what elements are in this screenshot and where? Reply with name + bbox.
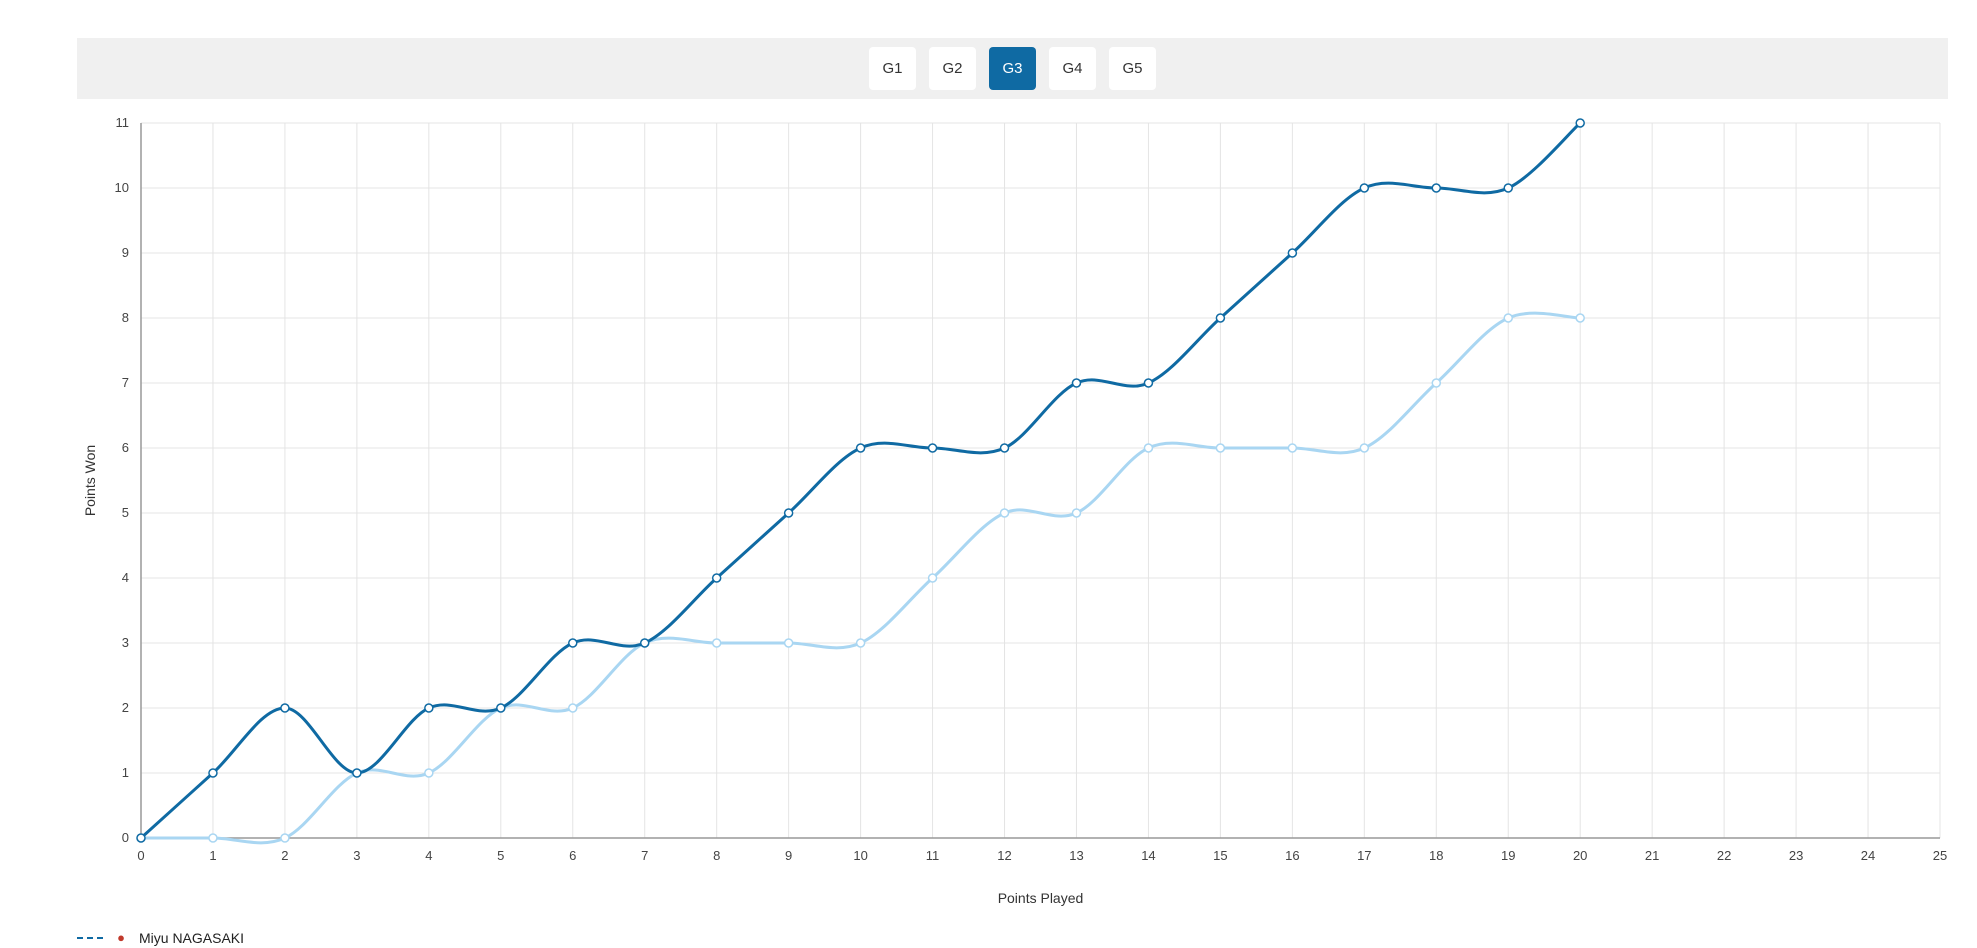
series-2-point <box>1143 443 1154 453</box>
series-1-point <box>711 573 722 583</box>
series-2-point <box>1071 508 1082 518</box>
x-tick-label: 22 <box>1717 848 1731 863</box>
y-tick-label: 2 <box>122 700 129 715</box>
series-1-point <box>1215 313 1226 323</box>
y-tick-label: 5 <box>122 505 129 520</box>
series-2-point <box>1359 443 1370 453</box>
x-tick-label: 8 <box>713 848 720 863</box>
series-1-point <box>927 443 938 453</box>
series-1-point <box>352 768 362 778</box>
y-tick-label: 1 <box>122 765 129 780</box>
series-2-point <box>711 638 722 648</box>
series-2-point <box>280 833 290 843</box>
series-2-point <box>1431 378 1442 388</box>
x-tick-label: 9 <box>785 848 792 863</box>
series-2-point <box>568 703 578 713</box>
series-1-point <box>1503 183 1513 193</box>
x-tick-label: 24 <box>1861 848 1875 863</box>
series-1-point <box>208 768 218 778</box>
series-2-point <box>1287 443 1298 453</box>
x-tick-label: 7 <box>641 848 648 863</box>
x-tick-label: 1 <box>209 848 216 863</box>
series-2-point <box>927 573 938 583</box>
player-avatar-icon: ● <box>117 930 125 945</box>
series-2-point <box>855 638 866 648</box>
series-2-point <box>208 833 218 843</box>
x-tick-label: 6 <box>569 848 576 863</box>
x-tick-label: 0 <box>137 848 144 863</box>
x-tick-label: 19 <box>1501 848 1515 863</box>
series-1-point <box>1359 183 1370 193</box>
series-1-point <box>424 703 434 713</box>
points-chart: 0 1 2 3 4 5 6 7 8 9 10 11 12 13 14 15 16 17 18 19 20 21 22 23 24… <box>82 115 1947 906</box>
y-tick-label: 0 <box>122 830 129 845</box>
y-axis-label: Points Won <box>82 445 98 516</box>
x-tick-label: 2 <box>281 848 288 863</box>
x-tick-label: 14 <box>1141 848 1155 863</box>
x-tick-label: 3 <box>353 848 360 863</box>
legend-player-name: Miyu NAGASAKI <box>139 930 245 946</box>
legend[interactable]: ● Miyu NAGASAKI <box>77 930 244 946</box>
series-2-point <box>999 508 1010 518</box>
x-tick-label: 23 <box>1789 848 1803 863</box>
x-tick-label: 21 <box>1645 848 1659 863</box>
legend-line-swatch <box>77 937 103 939</box>
x-tick-label: 16 <box>1285 848 1299 863</box>
series-1-point <box>1287 248 1298 258</box>
x-tick-label: 5 <box>497 848 504 863</box>
x-tick-label: 13 <box>1069 848 1083 863</box>
series-1-point <box>1143 378 1154 388</box>
y-tick-label: 8 <box>122 310 129 325</box>
series-1-point <box>1071 378 1082 388</box>
y-tick-label: 10 <box>115 180 129 195</box>
x-tick-label: 12 <box>997 848 1011 863</box>
series-1-point <box>783 508 794 518</box>
series-1-point <box>1431 183 1442 193</box>
y-tick-label: 3 <box>122 635 129 650</box>
x-tick-label: 17 <box>1357 848 1371 863</box>
x-tick-label: 10 <box>853 848 867 863</box>
x-axis-label: Points Played <box>998 890 1084 906</box>
x-tick-label: 18 <box>1429 848 1443 863</box>
y-tick-label: 6 <box>122 440 129 455</box>
series-1-point <box>999 443 1010 453</box>
series-1-point <box>1575 118 1585 128</box>
y-tick-label: 9 <box>122 245 129 260</box>
series-1-point <box>855 443 866 453</box>
y-tick-label: 7 <box>122 375 129 390</box>
series-2-point <box>783 638 794 648</box>
x-tick-label: 20 <box>1573 848 1587 863</box>
series-1-point <box>568 638 578 648</box>
series-1-point <box>639 638 650 648</box>
series-1-point <box>280 703 290 713</box>
series-1-point <box>136 833 146 843</box>
series-2-point <box>1503 313 1513 323</box>
x-tick-label: 11 <box>926 848 940 863</box>
series-2-point <box>1215 443 1226 453</box>
series-2-point <box>424 768 434 778</box>
y-tick-label: 4 <box>122 570 129 585</box>
x-tick-label: 4 <box>425 848 432 863</box>
x-tick-label: 25 <box>1933 848 1947 863</box>
y-tick-label: 11 <box>116 115 130 130</box>
series-2-point <box>1575 313 1585 323</box>
x-tick-label: 15 <box>1213 848 1227 863</box>
series-1-point <box>496 703 506 713</box>
